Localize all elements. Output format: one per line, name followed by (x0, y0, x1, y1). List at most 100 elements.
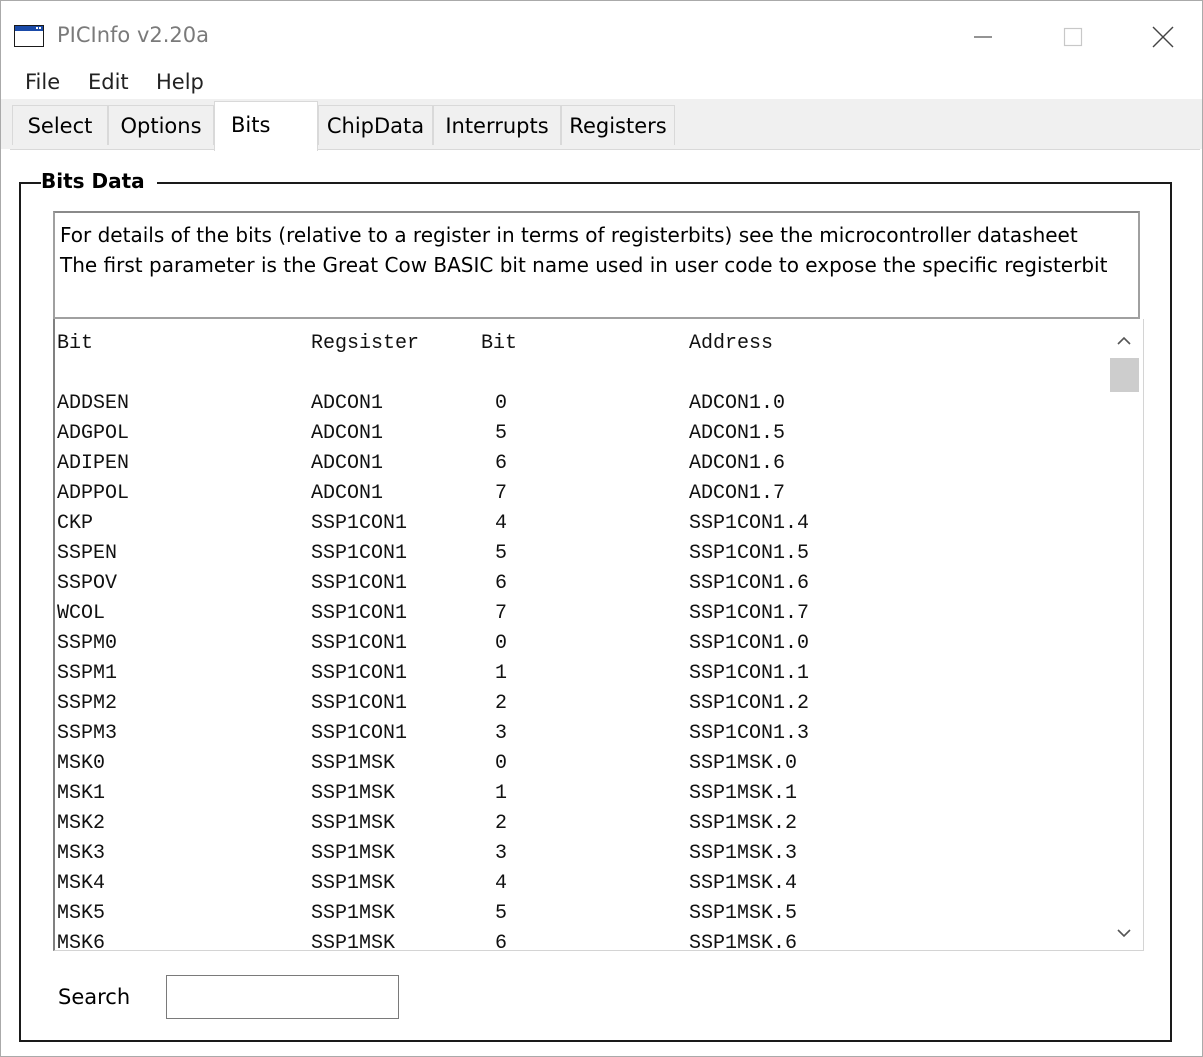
window-app-icon (14, 25, 44, 47)
info-line-2: The first parameter is the Great Cow BAS… (60, 253, 1108, 277)
maximize-button[interactable] (1053, 19, 1093, 55)
row-bit-name: MSK6 (57, 932, 106, 951)
row-bit-number: 7 (495, 482, 508, 505)
list-item[interactable]: ADPPOL ADCON1 7 ADCON1.7 (57, 479, 785, 509)
row-bit-number: 7 (495, 602, 508, 625)
bits-listbox[interactable]: Bit Regsister Bit Address ADDSEN ADCON1 0 A… (53, 319, 1144, 951)
row-address: SSP1CON1.7 (689, 602, 810, 625)
list-item[interactable]: SSPM0 SSP1CON1 0 SSP1CON1.0 (57, 629, 809, 659)
tab-registers[interactable]: Registers (561, 105, 675, 145)
menu-file[interactable]: File (25, 70, 60, 94)
row-bit-name: ADIPEN (57, 452, 130, 475)
list-scrollbar[interactable] (1106, 323, 1142, 949)
row-bit-number: 4 (495, 512, 508, 535)
row-bit-name: ADPPOL (57, 482, 130, 505)
row-address: SSP1MSK.5 (689, 902, 798, 925)
minimize-button[interactable] (963, 19, 1003, 55)
minimize-icon (974, 36, 992, 38)
list-item[interactable]: MSK0 SSP1MSK 0 SSP1MSK.0 (57, 749, 797, 779)
row-address: SSP1CON1.5 (689, 542, 810, 565)
row-bit-name: SSPM1 (57, 662, 118, 685)
row-register: SSP1CON1 (311, 692, 408, 715)
row-bit-number: 5 (495, 902, 508, 925)
bits-list-content: Bit Regsister Bit Address ADDSEN ADCON1 0 A… (57, 329, 809, 951)
list-header-row: Bit Regsister Bit Address (57, 329, 773, 359)
info-textbox[interactable]: For details of the bits (relative to a r… (53, 211, 1140, 319)
search-input[interactable] (166, 975, 399, 1019)
row-bit-number: 1 (495, 662, 508, 685)
list-item[interactable]: MSK1 SSP1MSK 1 SSP1MSK.1 (57, 779, 797, 809)
list-item[interactable]: ADDSEN ADCON1 0 ADCON1.0 (57, 389, 785, 419)
row-register: SSP1MSK (311, 752, 396, 775)
chevron-down-icon (1117, 929, 1131, 938)
list-item[interactable]: MSK6 SSP1MSK 6 SSP1MSK.6 (57, 929, 797, 951)
tab-interrupts[interactable]: Interrupts (433, 105, 561, 145)
search-label: Search (58, 985, 131, 1009)
row-address: SSP1MSK.6 (689, 932, 798, 951)
row-bit-name: SSPM2 (57, 692, 118, 715)
row-bit-number: 2 (495, 692, 508, 715)
row-address: ADCON1.5 (689, 422, 786, 445)
row-bit-number: 5 (495, 422, 508, 445)
row-address: SSP1MSK.3 (689, 842, 798, 865)
list-item[interactable]: MSK2 SSP1MSK 2 SSP1MSK.2 (57, 809, 797, 839)
row-bit-number: 3 (495, 722, 508, 745)
header-address: Address (689, 332, 774, 355)
row-address: SSP1CON1.3 (689, 722, 810, 745)
row-register: SSP1MSK (311, 782, 396, 805)
row-bit-number: 3 (495, 842, 508, 865)
scroll-up-button[interactable] (1108, 327, 1140, 355)
scroll-down-button[interactable] (1108, 919, 1140, 947)
list-item[interactable]: CKP SSP1CON1 4 SSP1CON1.4 (57, 509, 809, 539)
list-item[interactable]: SSPOV SSP1CON1 6 SSP1CON1.6 (57, 569, 809, 599)
row-bit-name: MSK1 (57, 782, 106, 805)
list-item[interactable]: SSPM1 SSP1CON1 1 SSP1CON1.1 (57, 659, 809, 689)
menu-bar: File Edit Help (1, 65, 1202, 99)
list-item[interactable]: MSK3 SSP1MSK 3 SSP1MSK.3 (57, 839, 797, 869)
row-bit-name: ADDSEN (57, 392, 130, 415)
row-bit-number: 0 (495, 632, 508, 655)
row-address: SSP1MSK.1 (689, 782, 798, 805)
row-address: SSP1CON1.4 (689, 512, 810, 535)
row-address: ADCON1.7 (689, 482, 786, 505)
list-item[interactable]: SSPM2 SSP1CON1 2 SSP1CON1.2 (57, 689, 809, 719)
maximize-icon (1063, 27, 1083, 47)
row-address: SSP1CON1.2 (689, 692, 810, 715)
list-item[interactable]: ADGPOL ADCON1 5 ADCON1.5 (57, 419, 785, 449)
row-register: SSP1CON1 (311, 722, 408, 745)
list-item[interactable]: MSK4 SSP1MSK 4 SSP1MSK.4 (57, 869, 797, 899)
row-address: SSP1CON1.6 (689, 572, 810, 595)
title-bar[interactable]: PICInfo v2.20a (1, 1, 1202, 65)
list-item[interactable]: SSPEN SSP1CON1 5 SSP1CON1.5 (57, 539, 809, 569)
row-bit-number: 4 (495, 872, 508, 895)
list-item[interactable]: WCOL SSP1CON1 7 SSP1CON1.7 (57, 599, 809, 629)
menu-help[interactable]: Help (156, 70, 204, 94)
header-bit: Bit (57, 332, 94, 355)
row-bit-name: MSK0 (57, 752, 106, 775)
window-title: PICInfo v2.20a (57, 23, 209, 47)
scrollbar-thumb[interactable] (1110, 358, 1139, 392)
menu-edit[interactable]: Edit (88, 70, 129, 94)
info-line-1: For details of the bits (relative to a r… (60, 223, 1078, 247)
row-address: SSP1MSK.0 (689, 752, 798, 775)
close-button[interactable] (1143, 19, 1183, 55)
tab-bits[interactable]: Bits (214, 101, 318, 151)
row-bit-name: MSK3 (57, 842, 106, 865)
tab-select[interactable]: Select (12, 105, 108, 145)
row-bit-number: 0 (495, 752, 508, 775)
list-item[interactable]: ADIPEN ADCON1 6 ADCON1.6 (57, 449, 785, 479)
row-register: SSP1CON1 (311, 572, 408, 595)
row-register: SSP1CON1 (311, 632, 408, 655)
row-address: ADCON1.6 (689, 452, 786, 475)
list-item[interactable]: SSPM3 SSP1CON1 3 SSP1CON1.3 (57, 719, 809, 749)
tab-chipdata[interactable]: ChipData (318, 105, 433, 145)
row-register: SSP1CON1 (311, 662, 408, 685)
row-bit-number: 0 (495, 392, 508, 415)
tab-options[interactable]: Options (108, 105, 214, 145)
row-register: SSP1MSK (311, 842, 396, 865)
row-bit-number: 6 (495, 452, 508, 475)
close-icon (1152, 26, 1174, 48)
list-item[interactable]: MSK5 SSP1MSK 5 SSP1MSK.5 (57, 899, 797, 929)
row-register: SSP1CON1 (311, 542, 408, 565)
row-register: SSP1MSK (311, 902, 396, 925)
